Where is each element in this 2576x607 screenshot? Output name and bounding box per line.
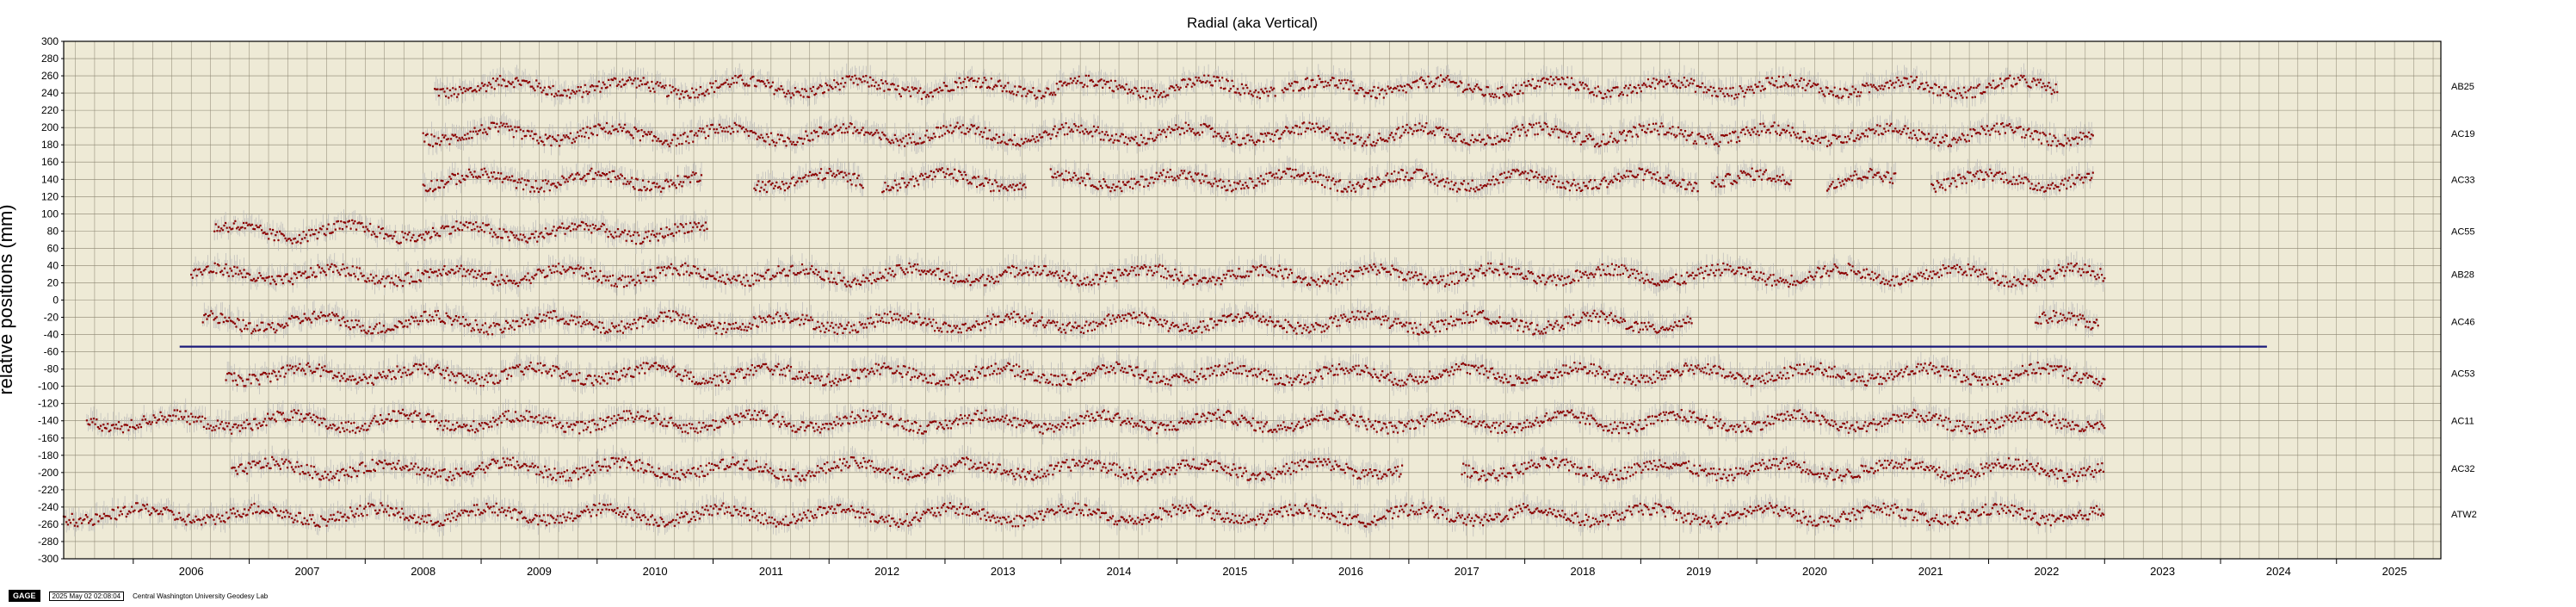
- y-tick-label: 20: [47, 276, 59, 288]
- y-tick-label: 280: [41, 53, 59, 65]
- x-tick-label: 2011: [759, 565, 783, 578]
- series-label: AC46: [2451, 318, 2475, 328]
- x-tick-label: 2021: [1918, 565, 1943, 578]
- x-tick-label: 2023: [2150, 565, 2175, 578]
- footer: GAGE 2025 May 02 02:08:04 Central Washin…: [9, 590, 268, 602]
- y-tick-label: -60: [44, 346, 59, 358]
- y-tick-label: -40: [44, 329, 59, 341]
- x-tick-label: 2022: [2034, 565, 2059, 578]
- credit: Central Washington University Geodesy La…: [133, 592, 269, 600]
- x-tick-label: 2025: [2382, 565, 2407, 578]
- y-tick-label: -20: [44, 312, 59, 324]
- series-label: AC53: [2451, 369, 2475, 380]
- y-tick-label: -80: [44, 363, 59, 375]
- series-label: AC32: [2451, 464, 2475, 474]
- x-tick-label: 2024: [2266, 565, 2291, 578]
- x-tick-label: 2018: [1571, 565, 1596, 578]
- y-tick-label: 240: [41, 87, 59, 99]
- x-tick-label: 2015: [1222, 565, 1247, 578]
- y-tick-label: 220: [41, 104, 59, 116]
- x-tick-label: 2007: [294, 565, 319, 578]
- y-tick-label: -120: [38, 398, 59, 410]
- y-tick-label: 300: [41, 35, 59, 47]
- y-axis-label: relative positions (mm): [0, 204, 16, 394]
- y-tick-label: 180: [41, 139, 59, 151]
- y-tick-label: -220: [38, 484, 59, 496]
- y-tick-label: -100: [38, 381, 59, 393]
- y-tick-label: 140: [41, 173, 59, 185]
- x-tick-label: 2010: [643, 565, 668, 578]
- series-label: AC33: [2451, 175, 2475, 185]
- y-tick-label: -160: [38, 432, 59, 444]
- x-tick-label: 2014: [1107, 565, 1132, 578]
- series-label: AB28: [2451, 269, 2474, 280]
- x-tick-label: 2013: [991, 565, 1016, 578]
- x-tick-label: 2017: [1455, 565, 1480, 578]
- series-label: AC19: [2451, 129, 2475, 139]
- y-tick-label: 60: [47, 242, 59, 254]
- y-tick-label: -140: [38, 415, 59, 427]
- x-tick-label: 2006: [179, 565, 204, 578]
- y-tick-label: 200: [41, 121, 59, 133]
- timestamp: 2025 May 02 02:08:04: [48, 591, 125, 601]
- y-tick-label: -240: [38, 501, 59, 513]
- x-tick-label: 2012: [874, 565, 899, 578]
- x-tick-label: 2020: [1802, 565, 1827, 578]
- y-tick-label: 40: [47, 259, 59, 271]
- y-tick-label: 120: [41, 190, 59, 202]
- series-label: AB25: [2451, 82, 2474, 92]
- y-tick-label: 160: [41, 156, 59, 168]
- series-label: AC11: [2451, 417, 2474, 427]
- y-tick-label: 260: [41, 70, 59, 82]
- y-tick-label: -180: [38, 449, 59, 461]
- y-tick-label: -280: [38, 536, 59, 548]
- y-tick-label: 100: [41, 207, 59, 220]
- y-tick-label: 0: [53, 294, 59, 307]
- x-tick-label: 2008: [411, 565, 436, 578]
- series-label: ATW2: [2451, 510, 2477, 520]
- x-tick-label: 2016: [1338, 565, 1363, 578]
- chart-title: Radial (aka Vertical): [1187, 15, 1318, 31]
- y-tick-label: -300: [38, 553, 59, 565]
- series-label: AC55: [2451, 226, 2475, 237]
- y-tick-label: 80: [47, 225, 59, 237]
- y-tick-label: -260: [38, 518, 59, 530]
- gage-logo: GAGE: [9, 590, 40, 602]
- x-tick-label: 2019: [1686, 565, 1711, 578]
- chart: -300-280-260-240-220-200-180-160-140-120…: [0, 15, 2477, 578]
- y-tick-label: -200: [38, 467, 59, 479]
- x-tick-label: 2009: [527, 565, 552, 578]
